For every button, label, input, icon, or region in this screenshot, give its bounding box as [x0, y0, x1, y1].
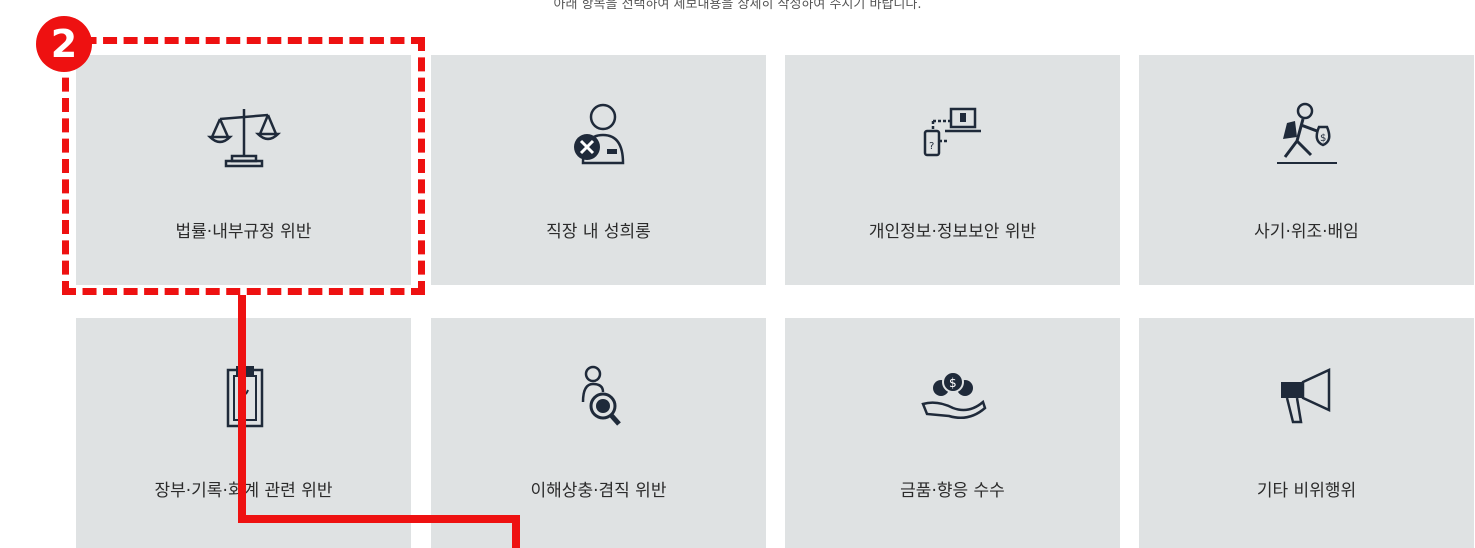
megaphone-icon: [1280, 368, 1330, 424]
category-tile-other-misconduct[interactable]: 기타 비위행위: [1139, 318, 1474, 548]
category-label: 개인정보·정보보안 위반: [868, 222, 1037, 242]
category-tile-sexual-harassment[interactable]: 직장 내 성희롱: [431, 55, 766, 285]
category-tile-conflict-of-interest[interactable]: 이해상충·겸직 위반: [431, 318, 766, 548]
highlight-box: [62, 37, 425, 295]
category-label: 이해상충·겸직 위반: [530, 481, 667, 501]
category-tile-fraud[interactable]: $ 사기·위조·배임: [1139, 55, 1474, 285]
category-label: 사기·위조·배임: [1254, 222, 1359, 242]
category-tile-bribery[interactable]: $ 금품·향응 수수: [785, 318, 1120, 548]
category-label: 금품·향응 수수: [900, 481, 1005, 501]
svg-text:?: ?: [929, 141, 934, 152]
category-tile-privacy-violation[interactable]: ? 개인정보·정보보안 위반: [785, 55, 1120, 285]
category-label: 직장 내 성희롱: [546, 222, 651, 242]
svg-text:$: $: [949, 376, 957, 390]
category-label: 기타 비위행위: [1256, 481, 1357, 501]
person-search-icon: [581, 365, 621, 426]
connector-line-horizontal: [238, 515, 520, 523]
svg-text:$: $: [1320, 133, 1326, 144]
connector-line-down: [512, 515, 520, 548]
instruction-text: 아래 항목을 선택하여 제보내용을 상세히 작성하여 주시기 바랍니다.: [553, 0, 922, 12]
step-number-badge: 2: [36, 16, 92, 72]
thief-moneybag-icon: $: [1276, 102, 1337, 164]
devices-info-icon: ?: [923, 107, 981, 157]
person-forbidden-icon: [573, 103, 624, 165]
hand-coins-icon: $: [920, 371, 986, 419]
connector-line-vertical: [238, 295, 246, 522]
